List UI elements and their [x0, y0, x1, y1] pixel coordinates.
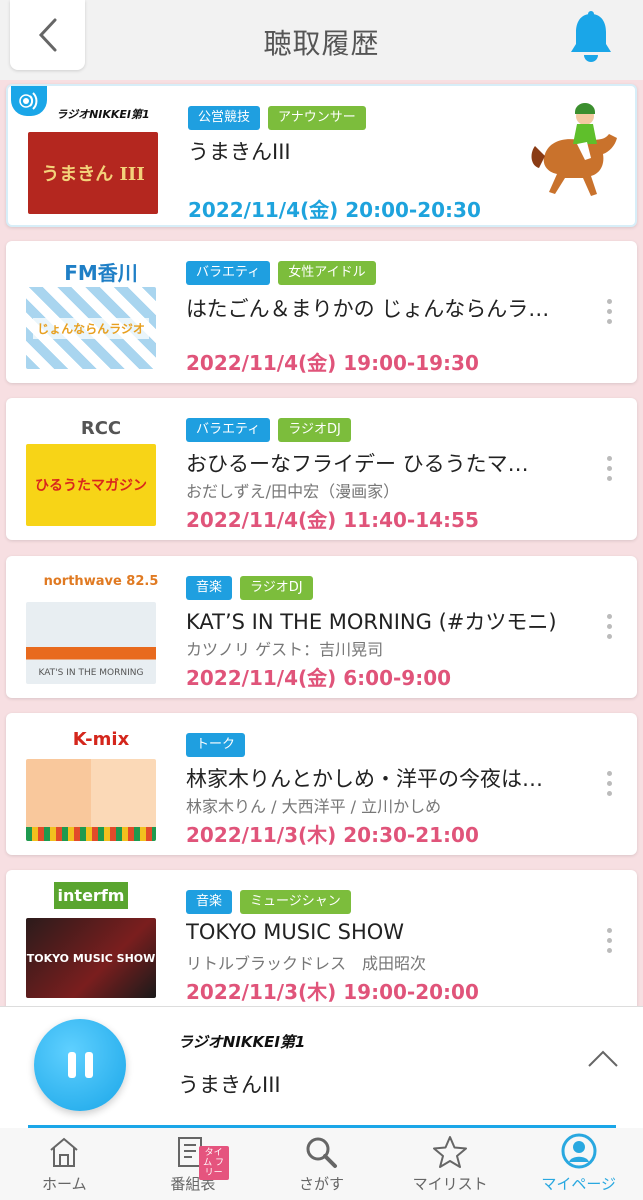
thumbnail-text: ひるうたマガジン [35, 478, 147, 494]
genre-tag: トーク [186, 733, 246, 757]
history-card[interactable]: K-mix トーク 林家木りんとかしめ・洋平の今夜は… 林家木りん / 大西洋平… [6, 713, 637, 855]
home-icon [50, 1137, 78, 1167]
tab-bar: ホーム タイム フリー 番組表 さがす マイリスト マイページ [0, 1128, 643, 1200]
player-title: うまきんIII [178, 1073, 281, 1097]
tab-home[interactable]: ホーム [0, 1128, 129, 1200]
more-options-icon[interactable] [603, 771, 615, 796]
program-datetime: 2022/11/4(金) 20:00-20:30 [188, 198, 481, 222]
genre-tag: 公営競技 [188, 106, 261, 130]
tab-label: ホーム [42, 1175, 87, 1193]
program-cast: カツノリ ゲスト：吉川晃司 [186, 640, 384, 659]
genre-tag: アナウンサー [268, 106, 366, 130]
more-options-icon[interactable] [603, 614, 615, 639]
program-thumbnail: ひるうたマガジン [26, 444, 156, 526]
tab-label: マイページ [541, 1175, 617, 1193]
program-cast: おだしずえ/田中宏（漫画家） [186, 482, 400, 501]
app-header: 聴取履歴 [0, 0, 643, 80]
program-title: KAT’S IN THE MORNING (#カツモニ) [186, 610, 557, 634]
history-card[interactable]: FM香川 じょんならんラジオ バラエティ 女性アイドル はたごん＆まりかの じょ… [6, 241, 637, 383]
tab-label: さがす [298, 1175, 344, 1193]
station-logo: RCC [80, 418, 122, 439]
time-free-badge: タイム フリー [198, 1146, 229, 1180]
program-datetime: 2022/11/3(木) 19:00-20:00 [186, 980, 479, 1004]
station-logo: northwave 82.5 [43, 574, 159, 589]
program-title: 林家木りんとかしめ・洋平の今夜は… [186, 767, 543, 791]
chevron-up-icon[interactable] [587, 1047, 619, 1069]
page-title: 聴取履歴 [263, 27, 380, 60]
genre-tag: 音楽 [186, 576, 233, 600]
pause-button[interactable] [34, 1019, 126, 1111]
tab-search[interactable]: さがす [257, 1128, 386, 1200]
genre-tag: ラジオDJ [240, 576, 313, 600]
history-card[interactable]: RCC ひるうたマガジン バラエティ ラジオDJ おひるーなフライデー ひるうた… [6, 398, 637, 540]
program-datetime: 2022/11/4(金) 11:40-14:55 [186, 508, 479, 532]
bell-icon[interactable] [567, 10, 615, 64]
station-logo: ラジオNIKKEI第1 [56, 108, 150, 121]
history-card[interactable]: ラジオNIKKEI第1 うまきん III 公営競技 アナウンサー うまきんIII… [6, 84, 637, 227]
pause-icon [67, 1052, 76, 1078]
station-logo: interfm [54, 882, 128, 909]
genre-tag: ミュージシャン [240, 890, 351, 914]
station-logo: FM香川 [64, 261, 138, 285]
star-icon [433, 1136, 468, 1168]
thumbnail-text: じょんならんラジオ [33, 317, 149, 339]
program-thumbnail: KAT'S IN THE MORNING [26, 602, 156, 684]
genre-tag: ラジオDJ [278, 418, 351, 442]
tab-mypage[interactable]: マイページ [514, 1128, 643, 1200]
more-options-icon[interactable] [603, 456, 615, 481]
program-cast: リトルブラックドレス 成田昭次 [186, 954, 427, 973]
tab-label: マイリスト [412, 1175, 488, 1193]
genre-tag: バラエティ [186, 418, 271, 442]
tab-mylist[interactable]: マイリスト [386, 1128, 515, 1200]
thumbnail-text: KAT'S IN THE MORNING [38, 668, 144, 678]
history-card[interactable]: northwave 82.5 KAT'S IN THE MORNING 音楽 ラ… [6, 556, 637, 698]
program-datetime: 2022/11/4(金) 19:00-19:30 [186, 351, 479, 375]
mini-player[interactable]: ラジオNIKKEI第1 うまきんIII [0, 1006, 643, 1128]
player-station: ラジオNIKKEI第1 [178, 1033, 306, 1051]
history-list: ラジオNIKKEI第1 うまきん III 公営競技 アナウンサー うまきんIII… [0, 80, 643, 1006]
station-logo: K-mix [72, 729, 130, 750]
history-card[interactable]: interfm TOKYO MUSIC SHOW 音楽 ミュージシャン TOKY… [6, 870, 637, 1006]
thumbnail-text: うまきん III [41, 164, 145, 185]
program-title: はたごん＆まりかの じょんならんラ… [186, 297, 550, 321]
program-thumbnail: うまきん III [28, 132, 158, 214]
tab-program-guide[interactable]: タイム フリー 番組表 [129, 1128, 258, 1200]
program-datetime: 2022/11/3(木) 20:30-21:00 [186, 823, 479, 847]
program-title: TOKYO MUSIC SHOW [186, 920, 405, 944]
program-thumbnail [26, 759, 156, 841]
program-thumbnail: TOKYO MUSIC SHOW [26, 918, 156, 998]
genre-tag: バラエティ [186, 261, 271, 285]
program-cast: 林家木りん / 大西洋平 / 立川かしめ [186, 797, 442, 816]
genre-tag: 音楽 [186, 890, 233, 914]
horse-racing-icon [531, 103, 617, 196]
program-title: おひるーなフライデー ひるうたマ… [186, 452, 529, 476]
program-thumbnail: じょんならんラジオ [26, 287, 156, 369]
search-icon [306, 1137, 338, 1168]
person-icon [561, 1133, 597, 1169]
genre-tag: 女性アイドル [278, 261, 376, 285]
more-options-icon[interactable] [603, 928, 615, 953]
thumbnail-text: TOKYO MUSIC SHOW [26, 951, 156, 965]
program-datetime: 2022/11/4(金) 6:00-9:00 [186, 666, 452, 690]
more-options-icon[interactable] [603, 299, 615, 324]
